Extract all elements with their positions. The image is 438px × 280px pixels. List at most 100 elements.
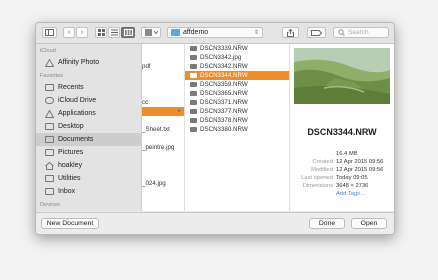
file-row[interactable]: DSCN3342.jpg — [185, 53, 289, 62]
sidebar-item-label: Desktop — [58, 123, 84, 130]
preview-thumbnail — [294, 48, 390, 104]
list-item[interactable] — [142, 53, 184, 62]
file-row[interactable]: DSCN3342.NRW — [185, 62, 289, 71]
sidebar-item-icloud-drive[interactable]: iCloud Drive — [36, 94, 141, 107]
list-item[interactable] — [142, 89, 184, 98]
image-file-icon — [190, 126, 197, 132]
browser-column-parent[interactable]: pdf cc ▸ _Sheet.txt _peintre.jpg _024.jp… — [142, 44, 185, 211]
sidebar-item-utilities[interactable]: Utilities — [36, 172, 141, 185]
file-row[interactable]: DSCN3378.NRW — [185, 116, 289, 125]
list-item[interactable] — [142, 80, 184, 89]
preview-metadata: 16.4 MB Created 12 Apr 2015 09:56 Modifie… — [290, 150, 394, 198]
file-row[interactable]: DSCN3365.NRW — [185, 89, 289, 98]
sidebar-item-label: iCloud Drive — [58, 97, 97, 104]
file-name: DSCN3377.NRW — [200, 108, 248, 115]
list-item[interactable] — [142, 134, 184, 143]
arrange-button[interactable] — [141, 27, 161, 38]
sidebar-item-affinity-photo[interactable]: Affinity Photo — [36, 56, 141, 69]
list-icon — [110, 29, 118, 36]
path-label: affdemo — [183, 29, 209, 36]
list-item[interactable]: _024.jpg — [142, 179, 184, 188]
file-row[interactable]: DSCN3377.NRW — [185, 107, 289, 116]
modified-label: Modified — [311, 167, 333, 173]
file-row[interactable]: DSCN3380.NRW — [185, 125, 289, 134]
sidebar-item-applications[interactable]: Applications — [36, 107, 141, 120]
sidebar-item-label: Pictures — [58, 149, 84, 156]
sidebar-item-hoakley[interactable]: hoakley — [36, 159, 141, 172]
file-row[interactable] — [185, 143, 289, 152]
toolbar: ‹ › affdemo ⇕ Search — [36, 23, 394, 44]
path-popup[interactable]: affdemo ⇕ — [167, 27, 263, 38]
file-row[interactable]: DSCN3339.NRW — [185, 44, 289, 53]
folder-icon — [45, 175, 54, 182]
chevron-right-icon: ▸ — [177, 108, 181, 114]
list-item[interactable]: _Sheet.txt — [142, 125, 184, 134]
open-button[interactable]: Open — [351, 218, 387, 229]
share-button[interactable] — [282, 27, 299, 38]
updown-chevron-icon: ⇕ — [253, 30, 259, 36]
new-document-button[interactable]: New Document — [41, 218, 99, 229]
icon-view-button[interactable] — [95, 27, 107, 38]
list-item[interactable] — [142, 44, 184, 53]
file-row[interactable] — [185, 134, 289, 143]
file-name: DSCN3378.NRW — [200, 117, 248, 124]
sidebar-header-devices: Devices — [40, 202, 60, 208]
footer: New Document Done Open — [36, 212, 394, 234]
sidebar-item-label: Inbox — [58, 188, 76, 195]
file-row[interactable]: DSCN3371.NRW — [185, 98, 289, 107]
columns-icon — [123, 29, 133, 36]
desktop-icon — [45, 123, 54, 130]
created-label: Created — [312, 159, 333, 165]
list-item[interactable] — [142, 71, 184, 80]
sidebar-item-label: Applications — [58, 110, 96, 117]
last-opened-label: Last opened — [301, 175, 333, 181]
list-item[interactable]: cc — [142, 98, 184, 107]
file-row-selected[interactable]: DSCN3344.NRW — [185, 71, 289, 80]
sidebar-item-desktop[interactable]: Desktop — [36, 120, 141, 133]
column-view-button[interactable] — [121, 27, 135, 38]
recents-icon — [45, 84, 54, 91]
sidebar-item-pictures[interactable]: Pictures — [36, 146, 141, 159]
browser-column-files[interactable]: DSCN3339.NRW DSCN3342.jpg DSCN3342.NRW DSCN… — [185, 44, 290, 211]
search-field[interactable]: Search — [333, 27, 389, 38]
tag-button[interactable] — [307, 27, 326, 38]
sidebar-item-label: Affinity Photo — [58, 59, 100, 66]
add-tags-link[interactable]: Add Tags… — [336, 190, 366, 198]
tag-icon — [311, 29, 322, 36]
forward-button[interactable]: › — [76, 27, 88, 38]
list-item[interactable] — [142, 170, 184, 179]
file-name: DSCN3342.NRW — [200, 63, 248, 70]
list-view-button[interactable] — [108, 27, 120, 38]
file-row[interactable]: DSCN3359.NRW — [185, 80, 289, 89]
list-item[interactable]: pdf — [142, 62, 184, 71]
pictures-icon — [45, 149, 54, 156]
list-item[interactable] — [142, 152, 184, 161]
image-file-icon — [190, 63, 197, 69]
file-name: DSCN3380.NRW — [200, 126, 248, 133]
sidebar-item-label: Documents — [58, 136, 94, 143]
file-name: DSCN3371.NRW — [200, 99, 248, 106]
file-size: 16.4 MB — [336, 151, 358, 157]
image-file-icon — [190, 72, 197, 78]
sidebar-item-label: Recents — [58, 84, 84, 91]
search-icon — [338, 29, 345, 36]
sidebar-header-favorites: Favorites — [40, 73, 64, 79]
back-button[interactable]: ‹ — [63, 27, 75, 38]
sidebar-item-inbox[interactable]: Inbox — [36, 185, 141, 198]
sidebar-toggle-button[interactable] — [42, 27, 57, 38]
list-item[interactable]: _peintre.jpg — [142, 143, 184, 152]
sidebar-item-recents[interactable]: Recents — [36, 81, 141, 94]
list-item[interactable] — [142, 161, 184, 170]
home-icon — [45, 161, 54, 170]
image-file-icon — [190, 90, 197, 96]
share-icon — [287, 28, 294, 37]
done-button[interactable]: Done — [309, 218, 345, 229]
chevron-left-icon: ‹ — [67, 29, 71, 36]
sidebar-item-documents[interactable]: Documents — [36, 133, 141, 146]
image-file-icon — [190, 108, 197, 114]
cloud-icon — [45, 97, 54, 104]
list-item-selected[interactable]: ▸ — [142, 107, 184, 116]
created-value: 12 Apr 2015 09:56 — [336, 159, 384, 165]
file-name: DSCN3344.NRW — [200, 72, 248, 79]
list-item[interactable] — [142, 116, 184, 125]
